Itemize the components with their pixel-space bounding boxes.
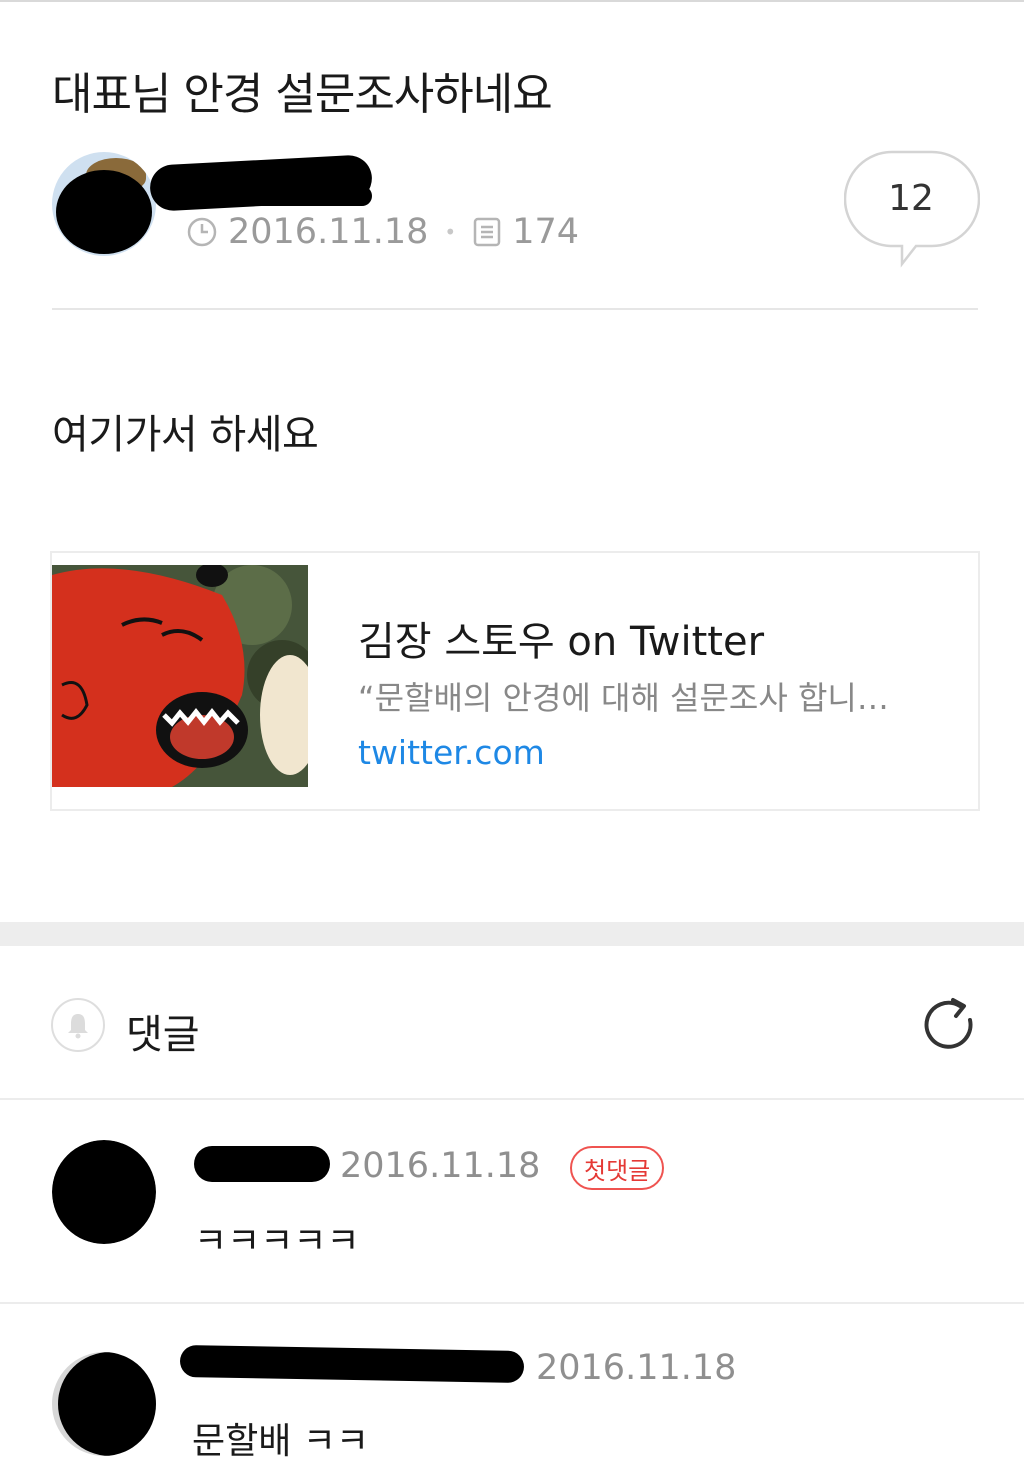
comment-date: 2016.11.18	[536, 1348, 737, 1388]
post-meta: 2016.11.18 • 174	[186, 212, 579, 252]
meta-separator: •	[444, 220, 457, 244]
comments-heading: 댓글	[126, 1012, 200, 1058]
avatar-redaction	[56, 170, 152, 254]
first-comment-badge: 첫댓글	[570, 1146, 665, 1190]
comment-text: 문할배 ㅋㅋ	[192, 1421, 370, 1462]
clock-icon	[187, 217, 217, 247]
divider	[0, 1098, 1024, 1100]
bell-icon	[68, 1014, 88, 1039]
comment-text: ㅋㅋㅋㅋㅋ	[194, 1221, 360, 1262]
author-avatar[interactable]	[52, 152, 156, 256]
link-title[interactable]: 김장 스토우 on Twitter	[358, 609, 764, 667]
author-name-redacted-tail	[196, 186, 372, 206]
post-title: 대표님 안경 설문조사하네요	[52, 69, 553, 120]
comment-date: 2016.11.18	[340, 1146, 541, 1186]
commenter-name-redacted[interactable]	[194, 1146, 330, 1182]
commenter-avatar[interactable]	[52, 1140, 156, 1244]
link-thumbnail	[52, 565, 308, 787]
divider	[52, 308, 978, 310]
comment-count[interactable]: 12	[844, 150, 978, 246]
refresh-icon[interactable]	[920, 996, 980, 1056]
top-border	[0, 0, 1024, 2]
view-count: 174	[512, 212, 580, 252]
post-date: 2016.11.18	[228, 212, 429, 252]
divider	[0, 1302, 1024, 1304]
commenter-name-redacted[interactable]	[179, 1345, 525, 1383]
commenter-avatar[interactable]	[52, 1352, 156, 1456]
link-domain[interactable]: twitter.com	[358, 733, 545, 772]
link-description: “문할배의 안경에 대해 설문조사 합니…	[358, 679, 889, 717]
avatar-redaction	[52, 1140, 156, 1244]
section-separator	[0, 922, 1024, 946]
notification-bell-button[interactable]	[51, 998, 105, 1052]
avatar-redaction	[58, 1352, 156, 1456]
post-body: 여기가서 하세요	[52, 412, 319, 458]
link-preview-card[interactable]: 김장 스토우 on Twitter “문할배의 안경에 대해 설문조사 합니… …	[50, 551, 980, 811]
document-icon	[473, 217, 501, 247]
